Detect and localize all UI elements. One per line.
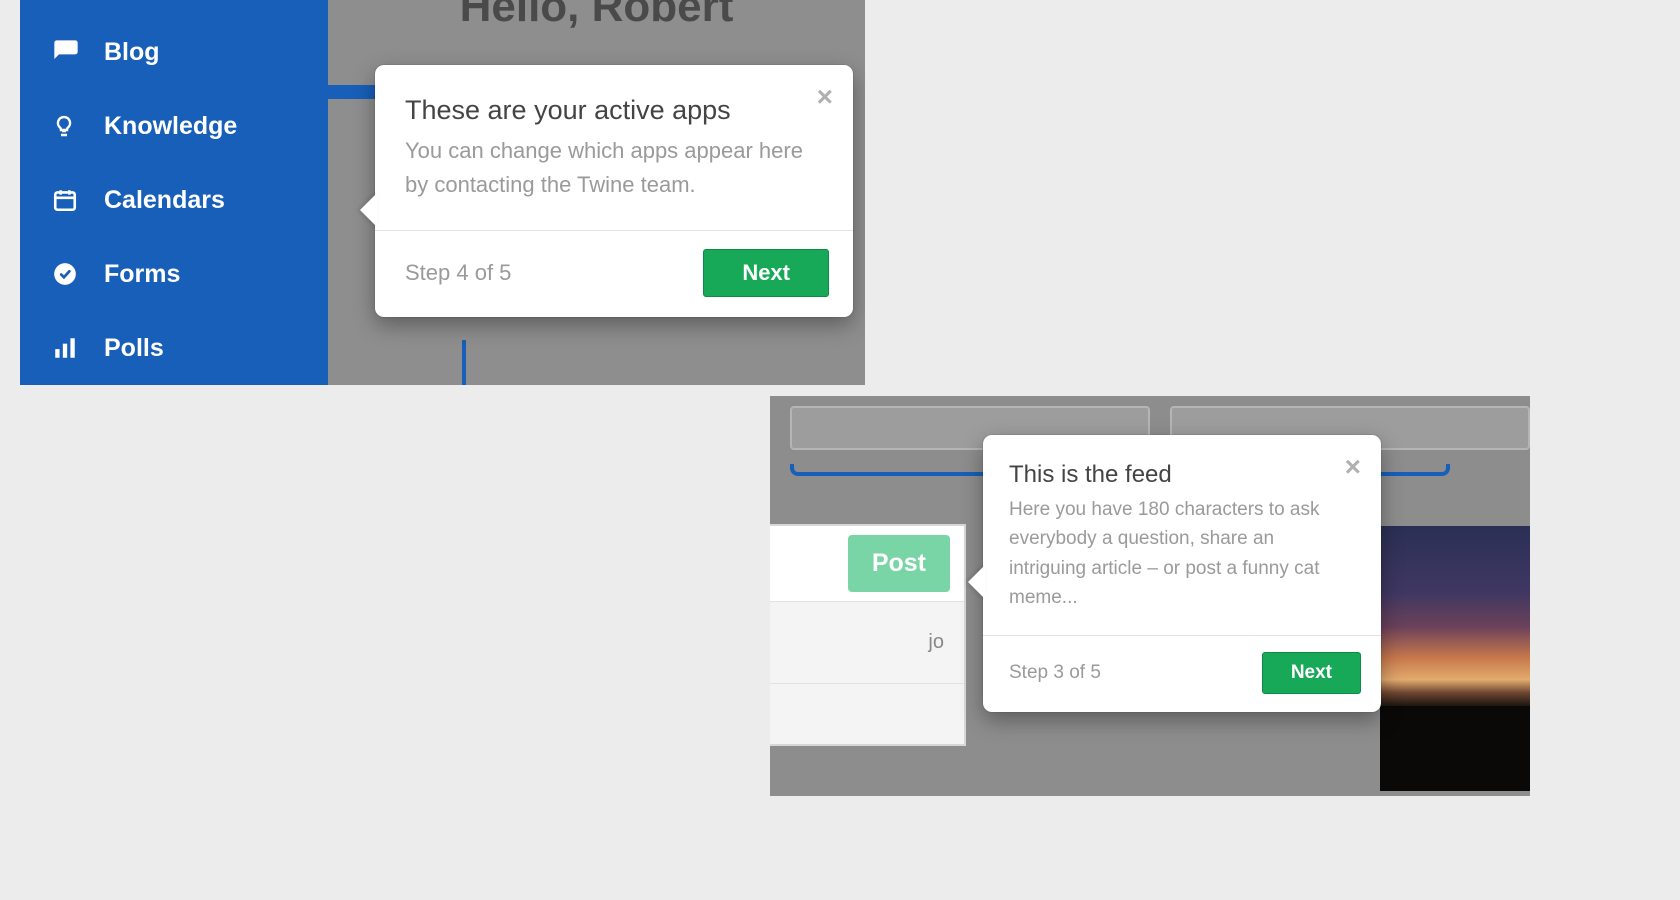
sidebar-item-label: Knowledge — [104, 112, 237, 141]
popover-body: Here you have 180 characters to ask ever… — [983, 495, 1381, 635]
compose-row: Post — [770, 526, 964, 602]
feed-row: jo — [770, 602, 964, 684]
popover-title: These are your active apps — [375, 65, 853, 134]
next-button[interactable]: Next — [1262, 652, 1361, 694]
greeting-title: Hello, Robert — [328, 0, 865, 32]
sidebar-item-calendars[interactable]: Calendars — [20, 163, 328, 237]
step-indicator: Step 4 of 5 — [405, 260, 511, 286]
close-icon[interactable]: × — [817, 83, 833, 111]
next-button[interactable]: Next — [703, 249, 829, 297]
sidebar-item-blog[interactable]: Blog — [20, 15, 328, 89]
bar-chart-icon — [52, 335, 86, 361]
sidebar-item-label: Blog — [104, 38, 160, 67]
post-button[interactable]: Post — [848, 535, 950, 592]
divider-line — [462, 340, 466, 385]
feed-row-text-fragment: jo — [928, 631, 944, 654]
tour-popover-apps: × These are your active apps You can cha… — [375, 65, 853, 317]
screenshot-feed: Post jo × This is the feed Here you have… — [770, 396, 1530, 796]
sidebar-item-label: Polls — [104, 334, 164, 363]
chat-icon — [52, 38, 86, 66]
popover-title: This is the feed — [983, 435, 1381, 495]
sidebar-item-forms[interactable]: Forms — [20, 237, 328, 311]
popover-footer: Step 4 of 5 Next — [375, 230, 853, 317]
screenshot-active-apps: Blog Knowledge Calendars Forms Polls — [20, 0, 865, 385]
sidebar-item-label: Forms — [104, 260, 180, 289]
feed-image-thumbnail — [1380, 526, 1530, 791]
feed-row — [770, 684, 964, 744]
tour-popover-feed: × This is the feed Here you have 180 cha… — [983, 435, 1381, 712]
feed-compose-card: Post jo — [770, 524, 966, 746]
sidebar-item-knowledge[interactable]: Knowledge — [20, 89, 328, 163]
popover-footer: Step 3 of 5 Next — [983, 635, 1381, 712]
popover-body: You can change which apps appear here by… — [375, 134, 853, 230]
sidebar-item-polls[interactable]: Polls — [20, 311, 328, 385]
close-icon[interactable]: × — [1345, 453, 1361, 481]
calendar-icon — [52, 187, 86, 213]
check-circle-icon — [52, 261, 86, 287]
bulb-icon — [52, 111, 86, 141]
sidebar: Blog Knowledge Calendars Forms Polls — [20, 0, 328, 385]
step-indicator: Step 3 of 5 — [1009, 662, 1101, 684]
sidebar-item-label: Calendars — [104, 186, 225, 215]
